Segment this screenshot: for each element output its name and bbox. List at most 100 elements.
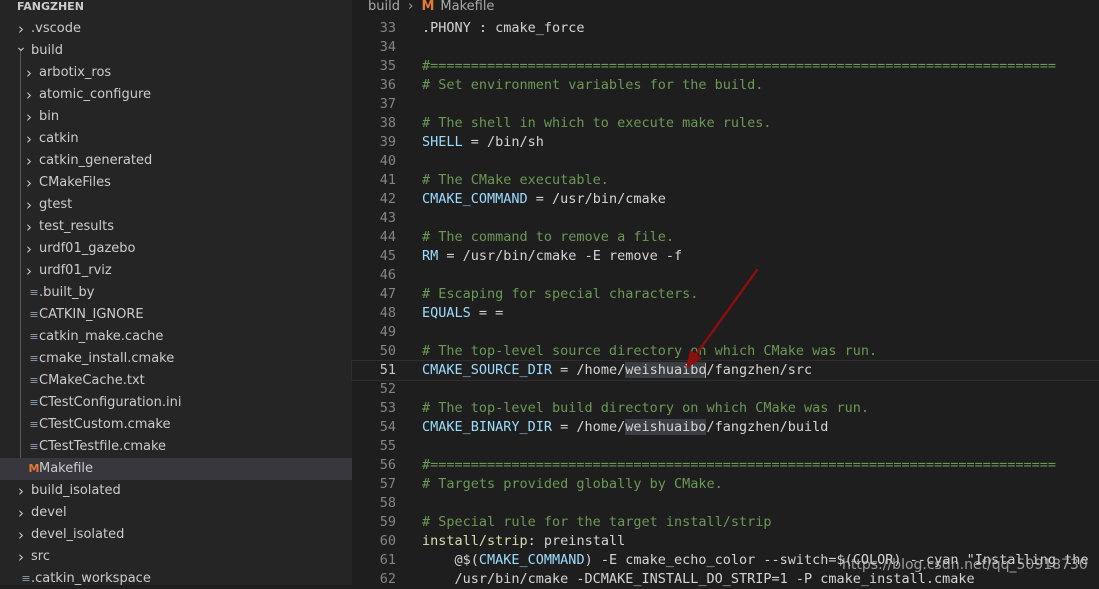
tree-item-atomic-configure[interactable]: › atomic_configure xyxy=(0,84,352,106)
code-line[interactable]: 56 #=====================================… xyxy=(352,456,1099,475)
code-line[interactable]: 59 # Special rule for the target install/… xyxy=(352,513,1099,532)
chevron-right-icon[interactable]: › xyxy=(22,260,36,282)
tree-item-cmakefiles[interactable]: › CMakeFiles xyxy=(0,172,352,194)
code-line[interactable]: 36 # Set environment variables for the bu… xyxy=(352,76,1099,95)
tree-item-label: src xyxy=(31,549,50,564)
chevron-down-icon[interactable]: ⌄ xyxy=(14,36,28,58)
tree-item-catkin[interactable]: › catkin xyxy=(0,128,352,150)
tree-item-makefile[interactable]: M Makefile xyxy=(0,458,352,480)
tree-item-label: catkin_generated xyxy=(39,153,153,168)
code-line[interactable]: 45 RM = /usr/bin/cmake -E remove -f xyxy=(352,247,1099,266)
tree-item-urdf01-gazebo[interactable]: › urdf01_gazebo xyxy=(0,238,352,260)
line-text: # The CMake executable. xyxy=(422,171,609,190)
code-line[interactable]: 48 EQUALS = = xyxy=(352,304,1099,323)
code-line[interactable]: 47 # Escaping for special characters. xyxy=(352,285,1099,304)
tree-item-catkin-generated[interactable]: › catkin_generated xyxy=(0,150,352,172)
tree-item-bin[interactable]: › bin xyxy=(0,106,352,128)
code-line[interactable]: 35 #=====================================… xyxy=(352,57,1099,76)
code-line[interactable]: 58 xyxy=(352,494,1099,513)
chevron-right-icon[interactable]: › xyxy=(14,524,28,546)
code-line[interactable]: 44 # The command to remove a file. xyxy=(352,228,1099,247)
explorer-root-title[interactable]: FANGZHEN xyxy=(17,0,84,14)
tree-item-label: build_isolated xyxy=(31,483,121,498)
code-line[interactable]: 54 CMAKE_BINARY_DIR = /home/weishuaibo/fa… xyxy=(352,418,1099,437)
line-number: 61 xyxy=(379,552,396,568)
tree-item-ctestconfiguration-ini[interactable]: ≡ CTestConfiguration.ini xyxy=(0,392,352,414)
code-line[interactable]: 57 # Targets provided globally by CMake. xyxy=(352,475,1099,494)
code-line[interactable]: 55 xyxy=(352,437,1099,456)
code-token: SHELL xyxy=(422,134,463,150)
tree-item-build[interactable]: ⌄ build xyxy=(0,39,352,62)
chevron-right-icon[interactable]: › xyxy=(14,502,28,524)
code-line[interactable]: 53 # The top-level build directory on whi… xyxy=(352,399,1099,418)
chevron-right-icon[interactable]: › xyxy=(14,546,28,568)
code-line[interactable]: 42 CMAKE_COMMAND = /usr/bin/cmake xyxy=(352,190,1099,209)
code-token: @$( xyxy=(422,552,479,568)
code-line[interactable]: 60 install/strip: preinstall xyxy=(352,532,1099,551)
chevron-right-icon[interactable]: › xyxy=(22,150,36,172)
chevron-right-icon[interactable]: › xyxy=(22,128,36,150)
chevron-right-icon[interactable]: › xyxy=(22,238,36,260)
chevron-right-icon[interactable]: › xyxy=(22,172,36,194)
tree-item-ctestcustom-cmake[interactable]: ≡ CTestCustom.cmake xyxy=(0,414,352,436)
code-token: RM xyxy=(422,248,439,264)
tree-item-label: arbotix_ros xyxy=(39,65,112,80)
line-text: CMAKE_BINARY_DIR = /home/weishuaibo/fang… xyxy=(422,418,828,437)
code-token: /fangzhen/build xyxy=(706,419,829,435)
tree-item-devel-isolated[interactable]: › devel_isolated xyxy=(0,524,352,546)
line-number: 38 xyxy=(379,115,396,131)
code-token: # The command to remove a file. xyxy=(422,229,674,245)
tree-item-catkin-ignore[interactable]: ≡ CATKIN_IGNORE xyxy=(0,304,352,326)
tree-item-label: urdf01_gazebo xyxy=(39,241,136,256)
code-token: .PHONY : cmake_force xyxy=(422,20,585,36)
code-line[interactable]: 52 xyxy=(352,380,1099,399)
chevron-right-icon[interactable]: › xyxy=(22,194,36,216)
tree-item-cmake-install-cmake[interactable]: ≡ cmake_install.cmake xyxy=(0,348,352,370)
tree-item-ctesttestfile-cmake[interactable]: ≡ CTestTestfile.cmake xyxy=(0,436,352,458)
line-number: 49 xyxy=(379,324,396,340)
code-line[interactable]: 41 # The CMake executable. xyxy=(352,171,1099,190)
chevron-right-icon[interactable]: › xyxy=(22,216,36,238)
line-text: # The top-level source directory on whic… xyxy=(422,342,877,361)
code-line[interactable]: 46 xyxy=(352,266,1099,285)
file-tree: › .vscode ⌄ build › arbotix_ros › atomic_config… xyxy=(0,18,352,585)
code-area[interactable]: 32 33 .PHONY : cmake_force 34 35 #==========… xyxy=(351,11,1099,589)
line-number: 48 xyxy=(379,305,396,321)
tree-item-urdf01-rviz[interactable]: › urdf01_rviz xyxy=(0,260,352,282)
tree-item-label: CTestTestfile.cmake xyxy=(39,439,167,454)
tree-item-devel[interactable]: › devel xyxy=(0,502,352,524)
line-text: # The command to remove a file. xyxy=(422,228,674,247)
code-line[interactable]: 37 xyxy=(352,95,1099,114)
code-line[interactable]: 34 xyxy=(352,38,1099,57)
code-token: #=======================================… xyxy=(422,58,1056,74)
highlighted-token: weishuaibo xyxy=(625,362,707,378)
chevron-right-icon[interactable]: › xyxy=(22,106,36,128)
chevron-right-icon[interactable]: › xyxy=(22,62,36,84)
tree-item-built-by[interactable]: ≡ .built_by xyxy=(0,282,352,304)
code-token: # Special rule for the target install/st… xyxy=(422,514,772,530)
tree-item-arbotix-ros[interactable]: › arbotix_ros xyxy=(0,62,352,84)
code-line[interactable]: 38 # The shell in which to execute make r… xyxy=(352,114,1099,133)
tree-item-label: catkin_make.cache xyxy=(39,329,164,344)
tree-item-test-results[interactable]: › test_results xyxy=(0,216,352,238)
code-line[interactable]: 40 xyxy=(352,152,1099,171)
line-text: install/strip: preinstall xyxy=(422,532,625,551)
code-line[interactable]: 51 CMAKE_SOURCE_DIR = /home/weishuaibo/fa… xyxy=(351,360,1099,381)
chevron-right-icon[interactable]: › xyxy=(22,84,36,106)
tree-item-catkin-make-cache[interactable]: ≡ catkin_make.cache xyxy=(0,326,352,348)
tree-item-src[interactable]: › src xyxy=(0,546,352,568)
code-token: EQUALS xyxy=(422,305,471,321)
tree-item-build-isolated[interactable]: › build_isolated xyxy=(0,480,352,502)
tree-item-gtest[interactable]: › gtest xyxy=(0,194,352,216)
tree-item-vscode[interactable]: › .vscode xyxy=(0,18,352,40)
code-line[interactable]: 50 # The top-level source directory on wh… xyxy=(352,342,1099,361)
tree-item-catkin-workspace[interactable]: ≡ .catkin_workspace xyxy=(0,568,352,585)
tree-item-cmakecache-txt[interactable]: ≡ CMakeCache.txt xyxy=(0,370,352,392)
code-line[interactable]: 43 xyxy=(352,209,1099,228)
line-text: # Special rule for the target install/st… xyxy=(422,513,772,532)
code-line[interactable]: 49 xyxy=(352,323,1099,342)
code-line[interactable]: 33 .PHONY : cmake_force xyxy=(352,19,1099,38)
code-line[interactable]: 39 SHELL = /bin/sh xyxy=(352,133,1099,152)
code-token: CMAKE_SOURCE_DIR xyxy=(422,362,553,378)
chevron-right-icon[interactable]: › xyxy=(14,480,28,502)
